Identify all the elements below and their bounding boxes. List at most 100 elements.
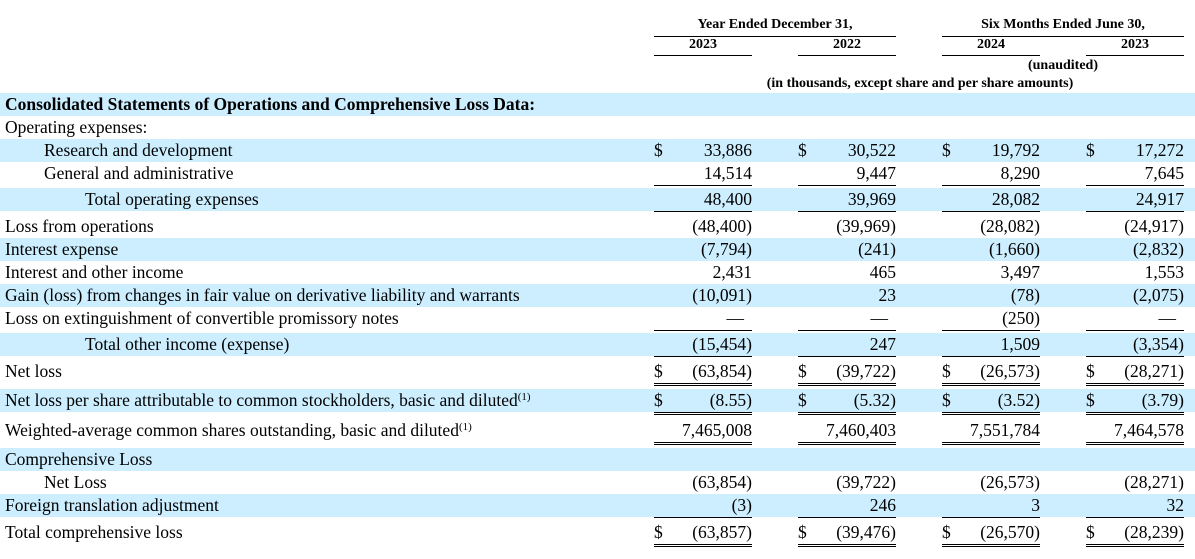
cell-value: (250) [1002,308,1040,328]
value-cell: (241) [798,238,896,261]
cell-value: (39,476) [836,522,896,542]
cell-value: (3) [731,495,752,515]
header-six-months-ended: Six Months Ended June 30, [981,17,1145,32]
value-cell: (7,794) [654,238,752,261]
cell-value: 7,465,008 [682,420,752,440]
value-cell: — [1086,307,1184,331]
table-row-net-loss: Net loss $ (63,854) $ (39,722) $ (26,573) $… [0,360,1195,386]
table-row-general-administrative: General and administrative 14,514 9,447 … [0,162,1195,186]
table-row-foreign-translation: Foreign translation adjustment (3) 246 3… [0,494,1195,518]
value-cell: 3,497 [942,261,1040,284]
value-cell: (78) [942,284,1040,307]
row-label-text: Weighted-average common shares outstandi… [5,420,459,440]
value-cell: 465 [798,261,896,284]
value-cell: $ (28,239) [1086,521,1184,547]
table-row-research-development: Research and development $33,886 $30,522… [0,139,1195,162]
header-year-2022: 2022 [833,37,861,52]
row-label: Net Loss [44,472,107,492]
cell-value: 1,553 [1144,262,1184,282]
cell-value: (28,271) [1124,472,1184,492]
cell-value: (3.79) [1141,390,1184,410]
cell-value: 7,645 [1144,163,1184,183]
unaudited-note: (unaudited) [1027,58,1099,73]
cell-value: (7,794) [700,239,752,259]
cell-value: 30,522 [847,140,896,160]
value-cell: 7,551,784 [942,419,1040,445]
cell-value: (39,722) [836,472,896,492]
cell-value: 28,082 [991,189,1040,209]
header-half-2024: 2024 [977,37,1005,52]
value-cell: $ (28,271) [1086,360,1184,386]
currency-symbol: $ [1086,390,1095,410]
table-row-net-loss-per-share: Net loss per share attributable to commo… [0,389,1195,415]
row-label: Loss on extinguishment of convertible pr… [5,308,399,328]
value-cell: (48,400) [654,215,752,238]
cell-value: (3,354) [1132,334,1184,354]
value-cell: $17,272 [1086,139,1184,162]
cell-value: (26,573) [980,472,1040,492]
currency-symbol: $ [942,361,951,381]
value-cell: $ (3.79) [1086,389,1184,415]
header-year-underline [942,55,1040,56]
value-cell: 39,969 [798,188,896,212]
cell-value: — [870,308,889,328]
table-row-interest-other-income: Interest and other income 2,431 465 3,49… [0,261,1195,284]
value-cell: $ (39,722) [798,360,896,386]
cell-value: 465 [869,262,896,282]
cell-value: 1,509 [1000,334,1040,354]
value-cell: (3) [654,494,752,518]
value-cell: 14,514 [654,162,752,186]
value-cell: $ (26,573) [942,360,1040,386]
value-cell: $ (5.32) [798,389,896,415]
row-label: Foreign translation adjustment [5,495,219,515]
currency-symbol: $ [1086,522,1095,542]
table-row-fair-value-change: Gain (loss) from changes in fair value o… [0,284,1195,307]
cell-value: (63,857) [692,522,752,542]
value-cell: $ (3.52) [942,389,1040,415]
value-cell: (2,832) [1086,238,1184,261]
currency-symbol: $ [942,522,951,542]
cell-value: 7,460,403 [826,420,896,440]
value-cell: $ (63,857) [654,521,752,547]
row-label: Operating expenses: [5,117,148,137]
cell-value: 17,272 [1135,140,1184,160]
value-cell: 247 [798,333,896,357]
value-cell: 7,645 [1086,162,1184,186]
value-cell: (10,091) [654,284,752,307]
table-row-comprehensive-net-loss: Net Loss (63,854) (39,722) (26,573) (28,… [0,471,1195,494]
table-row-loss-extinguishment: Loss on extinguishment of convertible pr… [0,307,1195,331]
value-cell: 1,553 [1086,261,1184,284]
value-cell: 246 [798,494,896,518]
cell-value: 32 [1166,495,1185,515]
value-cell: — [654,307,752,331]
value-cell: $ (8.55) [654,389,752,415]
cell-value: 2,431 [712,262,752,282]
currency-symbol: $ [654,140,663,160]
footnote-marker: (1) [458,421,472,433]
cell-value: (48,400) [692,216,752,236]
row-label: Loss from operations [5,216,154,236]
cell-value: 8,290 [1000,163,1040,183]
value-cell: $19,792 [942,139,1040,162]
cell-value: — [1158,308,1177,328]
units-note: (in thousands, except share and per shar… [766,76,1074,91]
cell-value: 33,886 [703,140,752,160]
currency-symbol: $ [798,140,807,160]
value-cell: 8,290 [942,162,1040,186]
currency-symbol: $ [1086,361,1095,381]
value-cell: 3 [942,494,1040,518]
cell-value: 39,969 [847,189,896,209]
cell-value: (63,854) [692,472,752,492]
cell-value: (28,271) [1124,361,1184,381]
value-cell: (28,271) [1086,471,1184,494]
value-cell: 7,464,578 [1086,419,1184,445]
currency-symbol: $ [1086,140,1095,160]
cell-value: 3 [1031,495,1040,515]
cell-value: 9,447 [856,163,896,183]
table-row-weighted-average-shares: Weighted-average common shares outstandi… [0,419,1195,445]
cell-value: (39,969) [836,216,896,236]
value-cell: 24,917 [1086,188,1184,212]
cell-value: (8.55) [709,390,752,410]
cell-value: (78) [1010,285,1040,305]
currency-symbol: $ [798,390,807,410]
